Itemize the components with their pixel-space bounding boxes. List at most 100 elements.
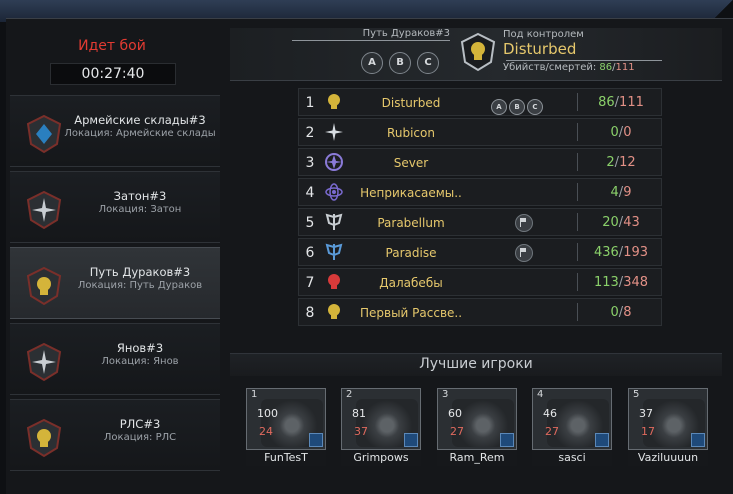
kills-value: 0	[610, 305, 619, 320]
divider	[577, 93, 578, 111]
divider	[577, 213, 578, 231]
player-card[interactable]: 4 46 27 sasci	[532, 388, 612, 466]
player-name: FunTesT	[246, 450, 326, 466]
kills-deaths: 86/111	[598, 95, 644, 110]
location-item-yanov[interactable]: Янов#3 Локация: Янов	[10, 323, 220, 395]
flag-icon	[515, 244, 533, 262]
clan-name: Далабебы	[379, 276, 443, 290]
player-card[interactable]: 5 37 17 Vaziluuuun	[628, 388, 708, 466]
player-deaths: 27	[545, 425, 559, 438]
player-rank: 3	[442, 389, 449, 400]
capture-point-a-icon: A	[491, 99, 507, 115]
kills-deaths: 20/43	[602, 215, 640, 230]
deaths-value: 12	[619, 155, 636, 170]
capture-point-b-icon: B	[389, 52, 411, 74]
kills-deaths-summary: Убийств/смертей: 86/111	[503, 62, 635, 73]
skull-emblem-icon	[328, 94, 340, 109]
location-name: Затон#3	[113, 189, 167, 203]
table-row[interactable]: 6 Paradise 436/193	[298, 238, 662, 266]
clan-name: Parabellum	[377, 216, 445, 230]
player-kills: 100	[257, 407, 278, 420]
kills-value: 4	[610, 185, 619, 200]
divider	[506, 60, 662, 61]
best-players-header: Лучшие игроки	[230, 353, 722, 376]
kills-deaths: 113/348	[593, 275, 649, 290]
table-row[interactable]: 1 Disturbed ABC 86/111	[298, 88, 662, 116]
deaths-value: 9	[623, 185, 632, 200]
player-card[interactable]: 2 81 37 Grimpows	[341, 388, 421, 466]
clan-name: Disturbed	[381, 96, 441, 110]
compass-star-emblem-icon	[26, 342, 62, 382]
sector-name: Путь Дураков#3	[362, 28, 450, 39]
capture-points: ABC	[361, 50, 445, 74]
player-card[interactable]: 1 100 24 FunTesT	[246, 388, 326, 466]
divider	[292, 40, 450, 41]
table-row[interactable]: 2 Rubicon 0/0	[298, 118, 662, 146]
location-subtitle: Локация: Затон	[98, 204, 182, 215]
location-name: РЛС#3	[119, 417, 161, 431]
kills-deaths: 4/9	[610, 185, 632, 200]
divider	[577, 303, 578, 321]
army-warehouse-emblem-icon	[26, 114, 62, 154]
player-rank: 1	[251, 389, 258, 400]
rank-number: 5	[305, 215, 315, 231]
table-row[interactable]: 4 Неприкасаемы.. 4/9	[298, 178, 662, 206]
wings-emblem-icon	[325, 243, 343, 260]
location-name: Янов#3	[116, 341, 164, 355]
divider	[577, 243, 578, 261]
kills-value: 113	[593, 275, 619, 290]
clan-badge-icon	[404, 433, 418, 447]
skull-emblem-icon	[328, 304, 340, 319]
player-card[interactable]: 3 60 27 Ram_Rem	[437, 388, 517, 466]
battle-timer: 00:27:40	[50, 63, 176, 85]
clan-name: Paradise	[385, 246, 437, 260]
sector-header: Путь Дураков#3 ABC Под контролем Disturb…	[230, 28, 722, 81]
location-item-army-warehouses[interactable]: Армейские склады#3 Локация: Армейские ск…	[10, 95, 220, 167]
best-players-title: Лучшие игроки	[419, 356, 533, 372]
capture-point-c-icon: C	[527, 99, 543, 115]
location-item-rls[interactable]: РЛС#3 Локация: РЛС	[10, 399, 220, 471]
location-item-fools-path[interactable]: Путь Дураков#3 Локация: Путь Дураков	[10, 247, 220, 319]
atom-emblem-icon	[325, 183, 343, 201]
player-deaths: 37	[354, 425, 368, 438]
location-subtitle: Локация: Янов	[101, 356, 179, 367]
location-item-zaton[interactable]: Затон#3 Локация: Затон	[10, 171, 220, 243]
red-skull-emblem-icon	[328, 274, 340, 289]
flag-icon	[515, 214, 533, 232]
divider	[577, 123, 578, 141]
divider	[577, 183, 578, 201]
location-subtitle: Локация: Армейские склады	[64, 128, 216, 139]
table-row[interactable]: 3 Sever 2/12	[298, 148, 662, 176]
location-name: Путь Дураков#3	[89, 265, 191, 279]
table-row[interactable]: 5 Parabellum 20/43	[298, 208, 662, 236]
kills-value: 20	[602, 215, 619, 230]
deaths-value: 111	[619, 95, 644, 110]
divider	[577, 153, 578, 171]
kills-value: 2	[606, 155, 615, 170]
rank-number: 2	[305, 125, 315, 141]
capture-badges: ABC	[491, 94, 545, 115]
player-kills: 81	[352, 407, 366, 420]
deaths-value: 348	[623, 275, 649, 290]
clan-name: Неприкасаемы..	[360, 186, 462, 200]
location-name: Армейские склады#3	[74, 113, 206, 127]
controlling-clan-skull-emblem-icon	[460, 32, 496, 72]
capture-point-a-icon: A	[361, 52, 383, 74]
location-subtitle: Локация: РЛС	[103, 432, 177, 443]
compass-star-emblem-icon	[26, 190, 62, 230]
rank-number: 6	[305, 245, 315, 261]
table-row[interactable]: 8 Первый Рассве.. 0/8	[298, 298, 662, 326]
kills-deaths: 436/193	[593, 245, 649, 260]
player-rank: 2	[346, 389, 353, 400]
clan-badge-icon	[595, 433, 609, 447]
deaths-value: 8	[623, 305, 632, 320]
deaths-value: 0	[623, 125, 632, 140]
player-portrait: 2 81 37	[341, 388, 421, 450]
skull-emblem-icon	[26, 418, 62, 458]
location-subtitle: Локация: Путь Дураков	[77, 280, 203, 291]
kills-value: 436	[593, 245, 619, 260]
player-portrait: 1 100 24	[246, 388, 326, 450]
skull-emblem-icon	[26, 266, 62, 306]
clan-badge-icon	[691, 433, 705, 447]
table-row[interactable]: 7 Далабебы 113/348	[298, 268, 662, 296]
